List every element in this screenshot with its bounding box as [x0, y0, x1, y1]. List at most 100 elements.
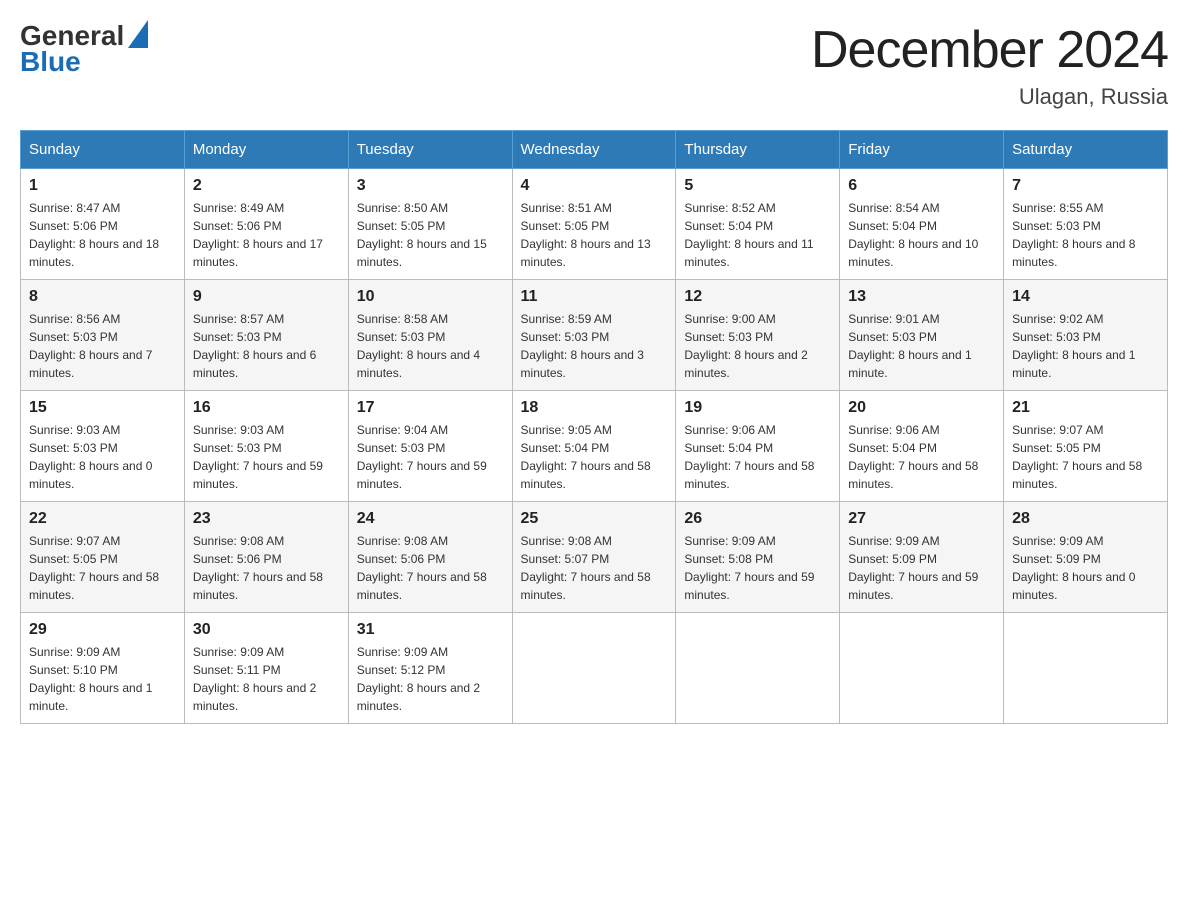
day-number: 26: [684, 510, 831, 528]
title-area: December 2024 Ulagan, Russia: [811, 20, 1168, 110]
day-number: 3: [357, 177, 504, 195]
day-info: Sunrise: 9:00 AMSunset: 5:03 PMDaylight:…: [684, 310, 831, 382]
day-info: Sunrise: 9:09 AMSunset: 5:08 PMDaylight:…: [684, 532, 831, 604]
calendar-cell: [1004, 613, 1168, 724]
day-info: Sunrise: 9:09 AMSunset: 5:10 PMDaylight:…: [29, 643, 176, 715]
calendar-cell: 23 Sunrise: 9:08 AMSunset: 5:06 PMDaylig…: [184, 502, 348, 613]
day-info: Sunrise: 9:02 AMSunset: 5:03 PMDaylight:…: [1012, 310, 1159, 382]
day-number: 31: [357, 621, 504, 639]
calendar-cell: 30 Sunrise: 9:09 AMSunset: 5:11 PMDaylig…: [184, 613, 348, 724]
calendar-cell: 9 Sunrise: 8:57 AMSunset: 5:03 PMDayligh…: [184, 280, 348, 391]
day-info: Sunrise: 9:09 AMSunset: 5:09 PMDaylight:…: [848, 532, 995, 604]
day-number: 29: [29, 621, 176, 639]
calendar-cell: 5 Sunrise: 8:52 AMSunset: 5:04 PMDayligh…: [676, 169, 840, 280]
day-info: Sunrise: 9:09 AMSunset: 5:09 PMDaylight:…: [1012, 532, 1159, 604]
month-title: December 2024: [811, 20, 1168, 80]
calendar-cell: [840, 613, 1004, 724]
weekday-header-tuesday: Tuesday: [348, 131, 512, 169]
day-number: 25: [521, 510, 668, 528]
day-number: 13: [848, 288, 995, 306]
calendar-cell: [512, 613, 676, 724]
calendar-cell: 6 Sunrise: 8:54 AMSunset: 5:04 PMDayligh…: [840, 169, 1004, 280]
day-number: 18: [521, 399, 668, 417]
day-info: Sunrise: 9:08 AMSunset: 5:07 PMDaylight:…: [521, 532, 668, 604]
calendar-cell: 27 Sunrise: 9:09 AMSunset: 5:09 PMDaylig…: [840, 502, 1004, 613]
calendar-cell: 2 Sunrise: 8:49 AMSunset: 5:06 PMDayligh…: [184, 169, 348, 280]
week-row-3: 15 Sunrise: 9:03 AMSunset: 5:03 PMDaylig…: [21, 391, 1168, 502]
weekday-header-friday: Friday: [840, 131, 1004, 169]
calendar-cell: 21 Sunrise: 9:07 AMSunset: 5:05 PMDaylig…: [1004, 391, 1168, 502]
day-info: Sunrise: 9:06 AMSunset: 5:04 PMDaylight:…: [684, 421, 831, 493]
day-number: 21: [1012, 399, 1159, 417]
calendar-cell: 3 Sunrise: 8:50 AMSunset: 5:05 PMDayligh…: [348, 169, 512, 280]
calendar-cell: 12 Sunrise: 9:00 AMSunset: 5:03 PMDaylig…: [676, 280, 840, 391]
weekday-header-sunday: Sunday: [21, 131, 185, 169]
day-number: 1: [29, 177, 176, 195]
day-number: 7: [1012, 177, 1159, 195]
day-number: 14: [1012, 288, 1159, 306]
day-number: 2: [193, 177, 340, 195]
day-info: Sunrise: 9:07 AMSunset: 5:05 PMDaylight:…: [1012, 421, 1159, 493]
day-number: 16: [193, 399, 340, 417]
day-number: 10: [357, 288, 504, 306]
logo: General Blue: [20, 20, 148, 78]
day-info: Sunrise: 9:07 AMSunset: 5:05 PMDaylight:…: [29, 532, 176, 604]
calendar-cell: 29 Sunrise: 9:09 AMSunset: 5:10 PMDaylig…: [21, 613, 185, 724]
day-number: 5: [684, 177, 831, 195]
weekday-header-saturday: Saturday: [1004, 131, 1168, 169]
day-number: 4: [521, 177, 668, 195]
day-info: Sunrise: 9:04 AMSunset: 5:03 PMDaylight:…: [357, 421, 504, 493]
logo-icon: [128, 20, 148, 48]
day-info: Sunrise: 8:56 AMSunset: 5:03 PMDaylight:…: [29, 310, 176, 382]
day-info: Sunrise: 9:03 AMSunset: 5:03 PMDaylight:…: [193, 421, 340, 493]
calendar-cell: 16 Sunrise: 9:03 AMSunset: 5:03 PMDaylig…: [184, 391, 348, 502]
day-info: Sunrise: 9:08 AMSunset: 5:06 PMDaylight:…: [193, 532, 340, 604]
day-number: 24: [357, 510, 504, 528]
day-number: 12: [684, 288, 831, 306]
day-info: Sunrise: 8:57 AMSunset: 5:03 PMDaylight:…: [193, 310, 340, 382]
calendar-cell: 7 Sunrise: 8:55 AMSunset: 5:03 PMDayligh…: [1004, 169, 1168, 280]
day-info: Sunrise: 8:47 AMSunset: 5:06 PMDaylight:…: [29, 199, 176, 271]
week-row-5: 29 Sunrise: 9:09 AMSunset: 5:10 PMDaylig…: [21, 613, 1168, 724]
calendar-cell: 11 Sunrise: 8:59 AMSunset: 5:03 PMDaylig…: [512, 280, 676, 391]
day-info: Sunrise: 8:49 AMSunset: 5:06 PMDaylight:…: [193, 199, 340, 271]
day-number: 20: [848, 399, 995, 417]
day-info: Sunrise: 8:55 AMSunset: 5:03 PMDaylight:…: [1012, 199, 1159, 271]
day-info: Sunrise: 9:09 AMSunset: 5:11 PMDaylight:…: [193, 643, 340, 715]
calendar-cell: 8 Sunrise: 8:56 AMSunset: 5:03 PMDayligh…: [21, 280, 185, 391]
day-number: 17: [357, 399, 504, 417]
calendar-cell: 25 Sunrise: 9:08 AMSunset: 5:07 PMDaylig…: [512, 502, 676, 613]
day-number: 6: [848, 177, 995, 195]
calendar-cell: 10 Sunrise: 8:58 AMSunset: 5:03 PMDaylig…: [348, 280, 512, 391]
weekday-header-monday: Monday: [184, 131, 348, 169]
location: Ulagan, Russia: [811, 84, 1168, 110]
page-header: General Blue December 2024 Ulagan, Russi…: [20, 20, 1168, 110]
day-info: Sunrise: 9:01 AMSunset: 5:03 PMDaylight:…: [848, 310, 995, 382]
calendar-cell: 17 Sunrise: 9:04 AMSunset: 5:03 PMDaylig…: [348, 391, 512, 502]
calendar-cell: 1 Sunrise: 8:47 AMSunset: 5:06 PMDayligh…: [21, 169, 185, 280]
week-row-2: 8 Sunrise: 8:56 AMSunset: 5:03 PMDayligh…: [21, 280, 1168, 391]
day-info: Sunrise: 8:50 AMSunset: 5:05 PMDaylight:…: [357, 199, 504, 271]
calendar-cell: [676, 613, 840, 724]
day-number: 19: [684, 399, 831, 417]
calendar-cell: 18 Sunrise: 9:05 AMSunset: 5:04 PMDaylig…: [512, 391, 676, 502]
weekday-header-row: SundayMondayTuesdayWednesdayThursdayFrid…: [21, 131, 1168, 169]
calendar-table: SundayMondayTuesdayWednesdayThursdayFrid…: [20, 130, 1168, 724]
day-number: 23: [193, 510, 340, 528]
day-number: 28: [1012, 510, 1159, 528]
calendar-cell: 15 Sunrise: 9:03 AMSunset: 5:03 PMDaylig…: [21, 391, 185, 502]
day-info: Sunrise: 8:59 AMSunset: 5:03 PMDaylight:…: [521, 310, 668, 382]
day-info: Sunrise: 9:08 AMSunset: 5:06 PMDaylight:…: [357, 532, 504, 604]
day-number: 9: [193, 288, 340, 306]
day-number: 8: [29, 288, 176, 306]
calendar-cell: 26 Sunrise: 9:09 AMSunset: 5:08 PMDaylig…: [676, 502, 840, 613]
day-number: 22: [29, 510, 176, 528]
day-info: Sunrise: 9:05 AMSunset: 5:04 PMDaylight:…: [521, 421, 668, 493]
calendar-cell: 31 Sunrise: 9:09 AMSunset: 5:12 PMDaylig…: [348, 613, 512, 724]
calendar-cell: 19 Sunrise: 9:06 AMSunset: 5:04 PMDaylig…: [676, 391, 840, 502]
day-info: Sunrise: 9:06 AMSunset: 5:04 PMDaylight:…: [848, 421, 995, 493]
calendar-cell: 28 Sunrise: 9:09 AMSunset: 5:09 PMDaylig…: [1004, 502, 1168, 613]
day-number: 11: [521, 288, 668, 306]
calendar-cell: 13 Sunrise: 9:01 AMSunset: 5:03 PMDaylig…: [840, 280, 1004, 391]
day-number: 15: [29, 399, 176, 417]
